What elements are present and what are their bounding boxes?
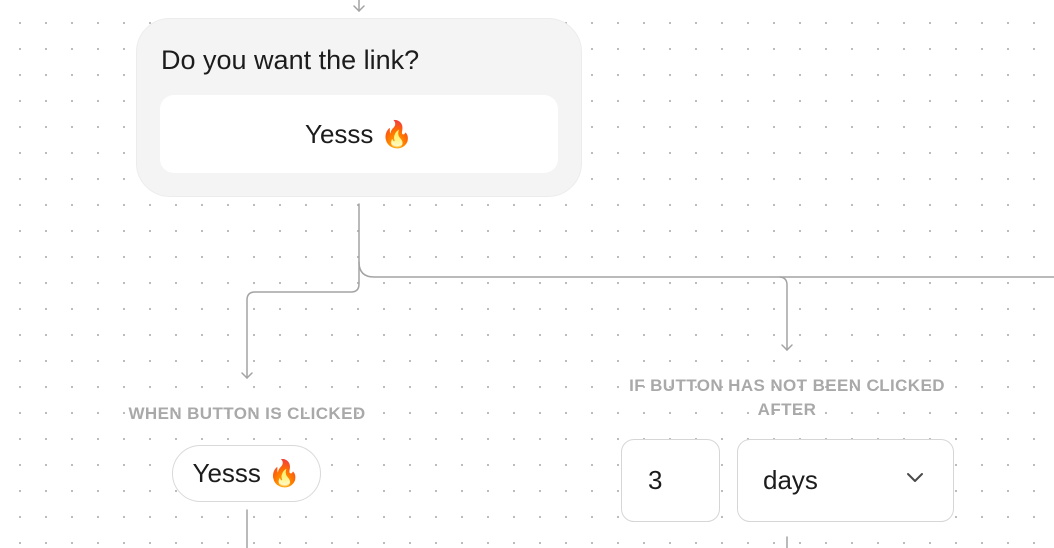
question-card[interactable]: Do you want the link? Yesss 🔥 [136, 18, 582, 197]
wait-amount-input[interactable]: 3 [621, 439, 720, 522]
wait-amount-value: 3 [648, 465, 663, 495]
answer-button[interactable]: Yesss 🔥 [160, 95, 558, 173]
question-text: Do you want the link? [161, 45, 420, 75]
branch-label-not-clicked: If button has not been clicked after [587, 374, 987, 422]
connector-to-not-clicked-branch [358, 261, 788, 351]
branch-label-not-clicked-line1: If button has not been clicked [629, 376, 945, 395]
chevron-down-icon [907, 473, 923, 482]
wait-unit-select[interactable]: days [737, 439, 954, 522]
branch-label-clicked: When button is clicked [128, 404, 366, 423]
clicked-branch-button[interactable]: Yesss 🔥 [172, 445, 321, 502]
connector-to-clicked-branch [246, 203, 360, 379]
branch-label-not-clicked-line2: after [757, 400, 817, 419]
wait-unit-value: days [763, 465, 818, 495]
